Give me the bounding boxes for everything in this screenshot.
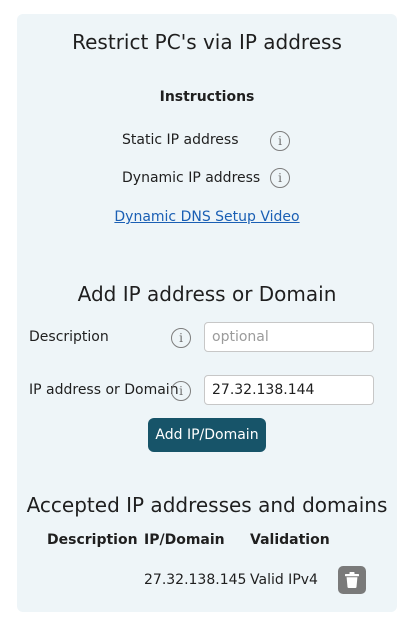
row-ip-domain: 27.32.138.145 [144,572,247,588]
dynamic-ip-label: Dynamic IP address [122,170,261,186]
ip-restriction-panel: Restrict PC's via IP address Instruction… [17,14,397,612]
static-ip-label: Static IP address [122,132,239,148]
delete-entry-button[interactable] [338,566,366,594]
column-header-description: Description [47,532,138,548]
description-label: Description [29,329,109,345]
description-info-icon[interactable]: i [171,328,191,348]
add-ip-title: Add IP address or Domain [77,282,337,306]
description-input[interactable] [204,322,374,352]
accepted-title: Accepted IP addresses and domains [26,493,388,517]
dynamic-ip-info-icon[interactable]: i [270,168,290,188]
dynamic-dns-video-link[interactable]: Dynamic DNS Setup Video [114,209,299,225]
ip-domain-label: IP address or Domain [29,382,179,398]
restrict-title: Restrict PC's via IP address [72,30,342,54]
instructions-heading: Instructions [159,89,255,105]
trash-icon [345,572,359,588]
ip-domain-input[interactable] [204,375,374,405]
static-ip-info-icon[interactable]: i [270,131,290,151]
column-header-validation: Validation [250,532,330,548]
add-ip-domain-button[interactable]: Add IP/Domain [148,418,266,452]
row-validation: Valid IPv4 [250,572,318,588]
column-header-ip-domain: IP/Domain [144,532,225,548]
ip-domain-info-icon[interactable]: i [171,381,191,401]
